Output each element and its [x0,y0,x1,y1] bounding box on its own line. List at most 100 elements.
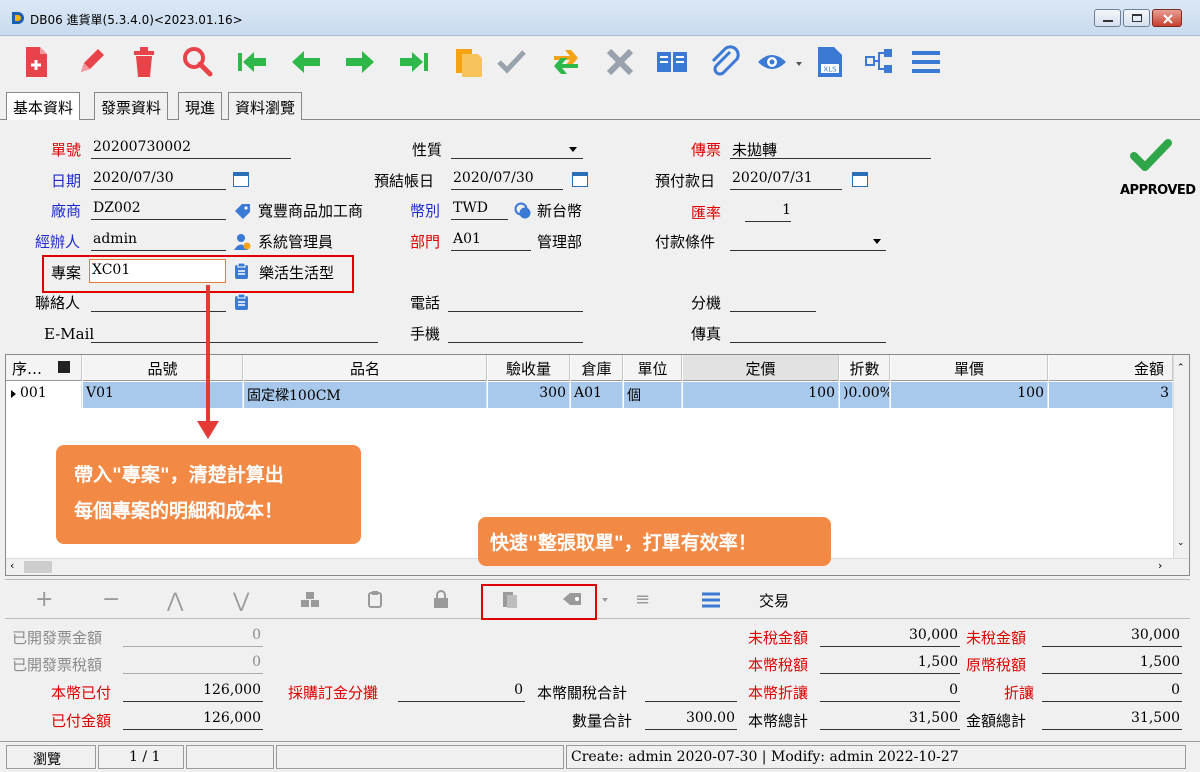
add-row-icon[interactable]: + [35,589,53,611]
new-doc-icon[interactable] [18,44,54,80]
calendar-icon[interactable] [233,172,249,187]
tab-data-browse[interactable]: 資料瀏覽 [228,92,303,120]
grid-cell-warehouse[interactable]: A01 [571,382,623,408]
date-label: 日期 [51,172,82,190]
tree-icon[interactable] [862,44,898,80]
preview-dropdown-icon[interactable] [796,62,802,66]
agent-field[interactable]: admin [91,231,226,251]
blue-list-icon[interactable] [701,592,721,608]
maximize-button[interactable] [1123,9,1150,27]
currency-field[interactable]: TWD [451,200,508,220]
grid-header-item-no[interactable]: 品號 [83,355,243,381]
vertical-scrollbar[interactable]: ⌃ ⌄ [1173,355,1189,558]
menu-icon[interactable] [908,44,944,80]
grid-header-unit-price[interactable]: 單價 [891,355,1048,381]
close-button[interactable] [1152,9,1182,27]
doc-no-field[interactable]: 20200730002 [91,139,291,159]
chevron-down-icon[interactable] [569,147,577,152]
ext-field[interactable] [730,292,816,312]
contact-clipboard-icon[interactable] [234,293,249,311]
grid-header-discount[interactable]: 折數 [840,355,890,381]
email-field[interactable] [91,323,378,343]
grid-cell-list-price[interactable]: 100 [683,382,839,408]
last-record-icon[interactable] [396,44,432,80]
tag-icon[interactable] [233,203,251,219]
fax-field[interactable] [730,323,886,343]
date-field[interactable]: 2020/07/30 [91,170,226,190]
grid-cell-unit[interactable]: 個 [624,382,682,408]
preview-icon[interactable] [756,44,792,80]
previous-record-icon[interactable] [288,44,324,80]
transfer-icon[interactable] [548,44,584,80]
clipboard-icon[interactable] [234,262,249,280]
delete-icon[interactable] [126,44,162,80]
phone-field[interactable] [448,292,583,312]
copy-row-icon[interactable] [367,590,384,609]
cancel-icon[interactable] [602,44,638,80]
chevron-down-icon[interactable] [873,239,881,244]
first-record-icon[interactable] [234,44,270,80]
grid-header-item-name[interactable]: 品名 [244,355,487,381]
tag-pickup-icon[interactable] [561,591,583,607]
project-field[interactable]: XC01 [89,259,226,283]
rate-field[interactable]: 1 [745,202,791,222]
search-icon[interactable] [180,44,216,80]
grid-header-list-price[interactable]: 定價 [683,355,839,381]
lock-icon[interactable] [433,590,449,608]
move-down-icon[interactable]: ⋁ [233,589,249,611]
currency-name: 新台幣 [537,202,583,220]
prepay-date-field[interactable]: 2020/07/31 [730,170,842,190]
scroll-up-icon[interactable]: ⌃ [1177,363,1185,373]
user-icon[interactable] [233,233,251,250]
sort-icon[interactable] [58,361,70,373]
grid-header-amount[interactable]: 金額 [1049,355,1173,381]
pickup-dropdown-icon[interactable] [602,598,608,602]
scroll-left-icon[interactable]: ‹ [10,559,14,572]
calendar-icon[interactable] [852,172,868,187]
stack-icon[interactable] [301,591,319,608]
list-icon[interactable]: ≡ [635,589,650,611]
tab-invoice-info[interactable]: 發票資料 [94,92,169,120]
scroll-down-icon[interactable]: ⌄ [1177,538,1185,548]
nature-select[interactable] [451,139,583,159]
grid-header-unit[interactable]: 單位 [624,355,682,381]
grid-header-seq[interactable]: 序… [6,355,82,381]
terms-label: 付款條件 [655,233,716,251]
copy-icon[interactable] [450,44,486,80]
tab-cash-purchase[interactable]: 現進 [178,92,223,120]
grid-cell-item-no[interactable]: V01 [83,382,243,408]
attach-icon[interactable] [706,44,742,80]
grid-header-warehouse[interactable]: 倉庫 [571,355,623,381]
move-up-icon[interactable]: ⋀ [167,589,183,611]
view-book-icon[interactable] [654,44,690,80]
vendor-field[interactable]: DZ002 [91,200,226,220]
tab-basic-info[interactable]: 基本資料 [6,92,81,121]
grid-cell-unit-price[interactable]: 100 [891,382,1048,408]
next-record-icon[interactable] [342,44,378,80]
export-xls-icon[interactable]: XLS [812,44,848,80]
whole-order-pickup-icon[interactable] [501,590,519,609]
minimize-button[interactable] [1094,9,1121,27]
mobile-field[interactable] [448,323,583,343]
scroll-thumb[interactable] [24,561,52,573]
grid-header-qty[interactable]: 驗收量 [488,355,570,381]
edit-icon[interactable] [72,44,108,80]
grid-cell-seq[interactable]: 001 [6,382,82,408]
calendar-icon[interactable] [572,172,588,187]
fax-label: 傳真 [691,325,722,343]
local-discount-field: 0 [820,682,960,702]
grid-cell-qty[interactable]: 300 [488,382,570,408]
grid-cell-item-name[interactable]: 固定樑100CM [244,382,487,408]
settle-date-field[interactable]: 2020/07/30 [451,170,563,190]
grid-cell-amount[interactable]: 3 [1049,382,1173,408]
remove-row-icon[interactable]: − [102,589,120,611]
inv-amount-field: 0 [123,627,263,647]
trade-label[interactable]: 交易 [759,590,789,611]
terms-select[interactable] [730,231,886,251]
grid-cell-discount[interactable]: )0.00% [840,382,890,408]
currency-icon[interactable] [514,202,532,220]
scroll-right-icon[interactable]: › [1158,559,1162,572]
dept-field[interactable]: A01 [451,231,531,251]
customs-total-field [645,682,737,702]
confirm-icon[interactable] [494,44,530,80]
